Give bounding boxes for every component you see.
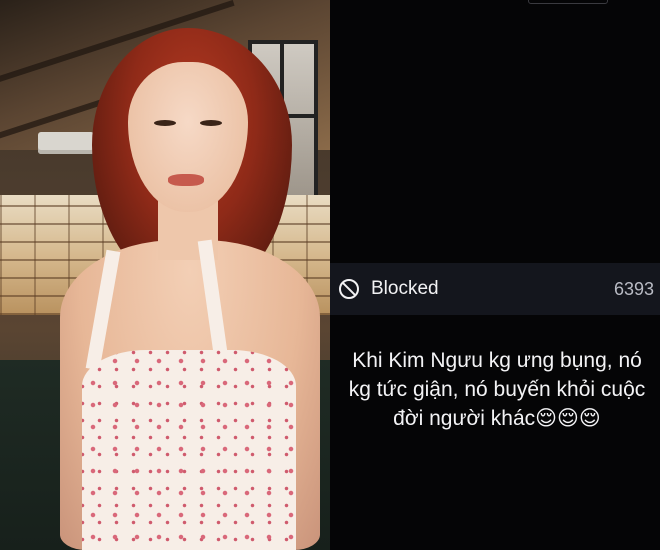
right-eye <box>200 120 222 126</box>
post-text: Khi Kim Ngưu kg ưng bụng, nó kg tức giận… <box>348 349 646 430</box>
blocked-status-bar[interactable]: Blocked 6393 <box>330 263 660 315</box>
portrait-photo <box>0 0 330 550</box>
lips <box>168 174 204 186</box>
post-panel: Blocked 6393 Khi Kim Ngưu kg ưng bụng, n… <box>330 0 660 550</box>
blocked-count: 6393 <box>613 279 654 299</box>
air-conditioner <box>38 132 94 154</box>
floral-dress <box>82 350 296 550</box>
left-eye <box>154 120 176 126</box>
blocked-label: Blocked <box>371 278 439 299</box>
top-button[interactable] <box>528 0 608 4</box>
block-icon <box>338 278 360 300</box>
